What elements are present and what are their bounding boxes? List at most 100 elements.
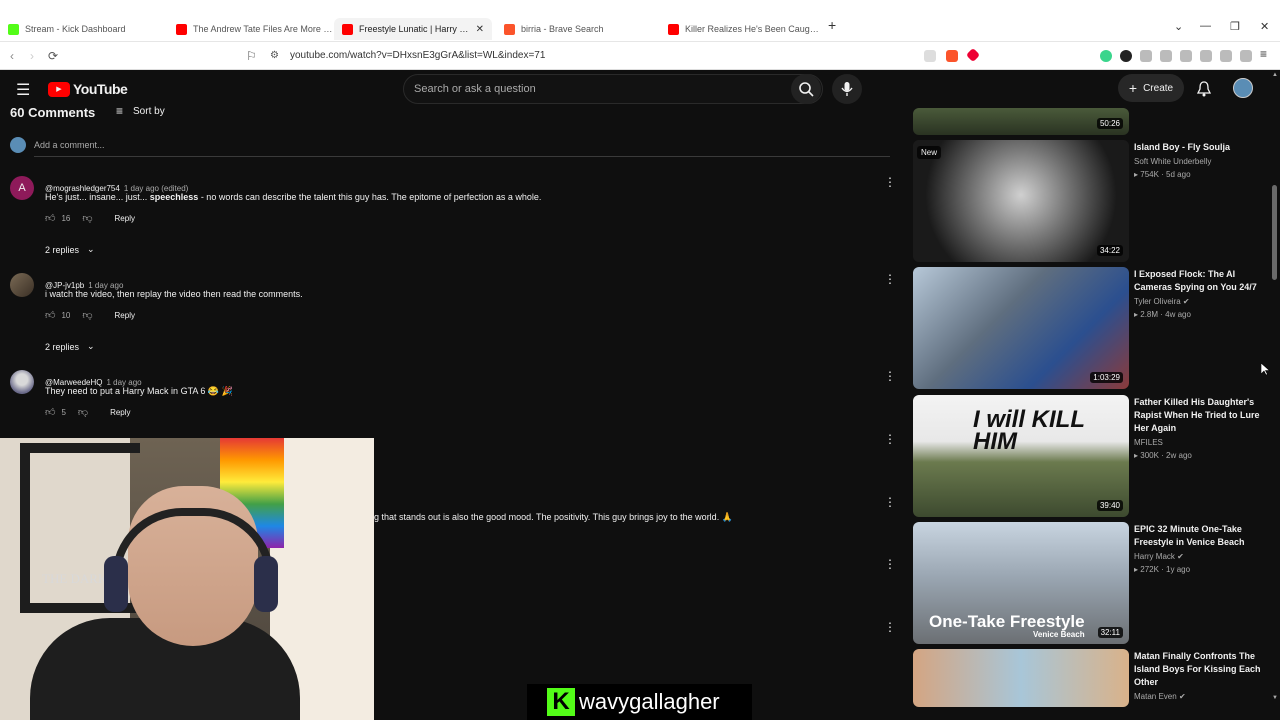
extension-green-icon[interactable] bbox=[1100, 50, 1112, 62]
video-thumbnail[interactable]: New 34:22 bbox=[913, 140, 1129, 262]
back-arrow-icon[interactable]: ‹ bbox=[10, 49, 14, 63]
site-info-icon[interactable]: ⚙ bbox=[270, 50, 279, 61]
extensions-puzzle-icon[interactable] bbox=[1140, 50, 1152, 62]
avatar[interactable] bbox=[10, 273, 34, 297]
scrollbar-thumb[interactable] bbox=[1272, 185, 1277, 280]
voice-search-button[interactable] bbox=[832, 74, 862, 104]
channel-name[interactable]: Tyler Oliveira ✔ bbox=[1134, 297, 1190, 306]
leo-ai-icon[interactable] bbox=[1220, 50, 1232, 62]
video-meta: ▸ 754K · 5d ago bbox=[1134, 170, 1191, 179]
forward-arrow-icon[interactable]: › bbox=[30, 49, 34, 63]
thumbnail-overlay-text: I will KILL HIM bbox=[973, 406, 1085, 455]
cast-icon[interactable] bbox=[924, 50, 936, 62]
search-button[interactable] bbox=[791, 74, 821, 104]
show-replies-button[interactable]: 2 replies ⌄ bbox=[45, 341, 95, 352]
channel-name[interactable]: Harry Mack ✔ bbox=[1134, 552, 1184, 561]
tab-andrew-tate[interactable]: The Andrew Tate Files Are More Unh bbox=[168, 18, 336, 40]
search-input[interactable]: Search or ask a question bbox=[414, 83, 536, 95]
tab-freestyle-lunatic[interactable]: Freestyle Lunatic | Harry Mack Fr ✕ bbox=[334, 18, 492, 40]
bookmark-icon[interactable]: ⚐ bbox=[246, 49, 257, 63]
vpn-icon[interactable] bbox=[1240, 50, 1252, 62]
browser-tab-bar: Stream - Kick Dashboard The Andrew Tate … bbox=[0, 0, 1280, 42]
tab-kick-dashboard[interactable]: Stream - Kick Dashboard bbox=[0, 18, 168, 40]
url-field[interactable]: youtube.com/watch?v=DHxsnE3gGrA&list=WL&… bbox=[290, 50, 545, 61]
verified-icon: ✔ bbox=[1182, 297, 1190, 306]
comment-menu-icon[interactable]: ⋮ bbox=[884, 496, 896, 508]
create-button[interactable]: + Create bbox=[1118, 74, 1184, 102]
channel-name[interactable]: Soft White Underbelly bbox=[1134, 157, 1211, 166]
account-avatar[interactable] bbox=[1233, 78, 1253, 98]
avatar[interactable]: A bbox=[10, 176, 34, 200]
reply-button[interactable]: Reply bbox=[110, 408, 130, 417]
sort-icon: ≡ bbox=[116, 104, 124, 118]
comment-menu-icon[interactable]: ⋮ bbox=[884, 621, 896, 633]
wallet-icon[interactable] bbox=[1200, 50, 1212, 62]
sort-by-button[interactable]: ≡ Sort by bbox=[116, 104, 165, 118]
sidebar-icon[interactable] bbox=[1180, 50, 1192, 62]
video-duration: 32:11 bbox=[1097, 627, 1123, 638]
channel-name[interactable]: MFILES bbox=[1134, 438, 1163, 447]
video-duration: 34:22 bbox=[1096, 245, 1123, 256]
brave-shields-icon[interactable] bbox=[946, 50, 958, 62]
dislike-icon[interactable]: 👎︎ bbox=[82, 212, 92, 224]
new-tab-button[interactable]: + bbox=[828, 17, 836, 33]
comment-menu-icon[interactable]: ⋮ bbox=[884, 433, 896, 445]
comment-actions: 👍︎ 5 👎︎ Reply bbox=[45, 406, 131, 418]
reload-icon[interactable]: ⟳ bbox=[48, 49, 58, 63]
close-window-icon[interactable]: ✕ bbox=[1260, 20, 1269, 33]
kick-logo-icon: K bbox=[547, 688, 575, 716]
tab-brave-search[interactable]: birria - Brave Search bbox=[496, 18, 660, 40]
scroll-up-icon[interactable]: ▲ bbox=[1272, 72, 1278, 78]
extension-icon[interactable] bbox=[1160, 50, 1172, 62]
video-thumbnail[interactable]: 50:26 bbox=[913, 108, 1129, 135]
youtube-favicon-icon bbox=[342, 23, 353, 35]
maximize-icon[interactable]: ❐ bbox=[1230, 20, 1240, 33]
video-meta: ▸ 2.8M · 4w ago bbox=[1134, 310, 1191, 319]
video-title[interactable]: EPIC 32 Minute One-Take Freestyle in Ven… bbox=[1134, 523, 1264, 549]
avatar[interactable] bbox=[10, 370, 34, 394]
chevron-down-icon: ⌄ bbox=[87, 244, 95, 254]
tab-killer-realizes[interactable]: Killer Realizes He's Been Caught 14 Y bbox=[660, 18, 820, 40]
show-replies-button[interactable]: 2 replies ⌄ bbox=[45, 244, 95, 255]
comment-menu-icon[interactable]: ⋮ bbox=[884, 558, 896, 570]
video-thumbnail[interactable]: One-Take Freestyle Venice Beach 32:11 bbox=[913, 522, 1129, 644]
minimize-icon[interactable]: — bbox=[1200, 20, 1211, 32]
like-icon[interactable]: 👍︎ bbox=[45, 406, 55, 418]
notifications-bell-icon[interactable] bbox=[1197, 81, 1211, 97]
video-title[interactable]: Matan Finally Confronts The Island Boys … bbox=[1134, 650, 1264, 689]
like-count: 10 bbox=[61, 310, 71, 320]
close-tab-icon[interactable]: ✕ bbox=[476, 24, 484, 35]
microphone-icon bbox=[841, 82, 853, 96]
streamer-username: wavygallagher bbox=[579, 689, 720, 714]
like-icon[interactable]: 👍︎ bbox=[45, 309, 55, 321]
menu-icon[interactable]: ≡ bbox=[1260, 47, 1267, 61]
webcam-overlay: THE DARK SIDE bbox=[0, 438, 374, 720]
hamburger-menu-icon[interactable]: ☰ bbox=[16, 80, 30, 100]
like-count: 5 bbox=[61, 407, 66, 417]
brave-rewards-icon[interactable] bbox=[965, 47, 981, 63]
dislike-icon[interactable]: 👎︎ bbox=[78, 406, 88, 418]
comment-menu-icon[interactable]: ⋮ bbox=[884, 176, 896, 188]
video-title[interactable]: Island Boy - Fly Soulja bbox=[1134, 141, 1264, 154]
add-comment-input[interactable]: Add a comment... bbox=[34, 140, 890, 157]
video-thumbnail[interactable]: I will KILL HIM 39:40 bbox=[913, 395, 1129, 517]
video-thumbnail[interactable]: 1:03:29 bbox=[913, 267, 1129, 389]
youtube-logo[interactable]: ▶ YouTube bbox=[48, 81, 128, 97]
video-title[interactable]: I Exposed Flock: The AI Cameras Spying o… bbox=[1134, 268, 1264, 294]
comment-menu-icon[interactable]: ⋮ bbox=[884, 370, 896, 382]
video-duration: 39:40 bbox=[1096, 500, 1123, 511]
search-box[interactable]: Search or ask a question bbox=[403, 74, 823, 104]
reply-button[interactable]: Reply bbox=[115, 311, 135, 320]
comment-menu-icon[interactable]: ⋮ bbox=[884, 273, 896, 285]
like-icon[interactable]: 👍︎ bbox=[45, 212, 55, 224]
video-title[interactable]: Father Killed His Daughter's Rapist When… bbox=[1134, 396, 1264, 435]
scroll-down-icon[interactable]: ▼ bbox=[1272, 695, 1278, 701]
channel-name[interactable]: Matan Even ✔ bbox=[1134, 692, 1186, 701]
dislike-icon[interactable]: 👎︎ bbox=[82, 309, 92, 321]
reply-button[interactable]: Reply bbox=[115, 214, 135, 223]
video-thumbnail[interactable] bbox=[913, 649, 1129, 707]
comment-text: i watch the video, then replay the video… bbox=[45, 289, 303, 299]
extension-dark-icon[interactable] bbox=[1120, 50, 1132, 62]
tab-list-chevron-icon[interactable]: ⌄ bbox=[1174, 20, 1183, 33]
comment-actions: 👍︎ 10 👎︎ Reply bbox=[45, 309, 135, 321]
